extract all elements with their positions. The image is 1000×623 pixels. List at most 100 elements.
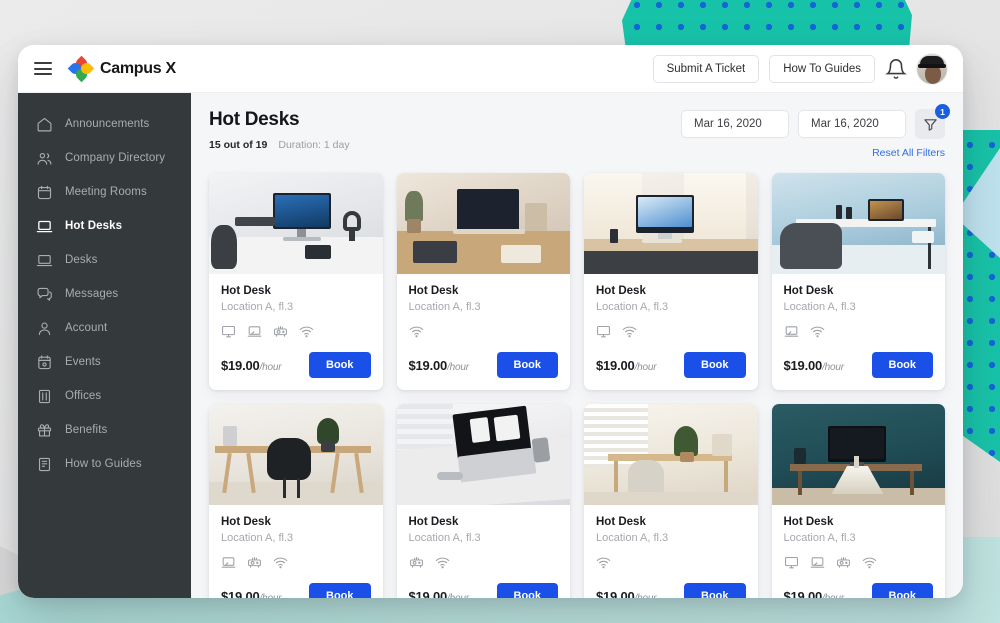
book-button[interactable]: Book — [309, 583, 371, 598]
card-title: Hot Desk — [221, 516, 271, 528]
hot-desk-card[interactable]: Hot Desk Location A, fl.3 $19.00/hour Bo… — [209, 173, 383, 390]
book-button[interactable]: Book — [871, 583, 933, 598]
card-photo — [209, 173, 383, 274]
sidebar-item-meeting-rooms[interactable]: Meeting Rooms — [18, 175, 191, 209]
monitor-icon — [597, 325, 610, 338]
brand-name: Campus X — [100, 59, 176, 77]
sidebar-item-announcements[interactable]: Announcements — [18, 107, 191, 141]
bell-icon[interactable] — [885, 58, 907, 80]
sidebar-item-how-to-guides[interactable]: How to Guides — [18, 447, 191, 481]
hot-desk-card[interactable]: Hot Desk Location A, fl.3 $19.00/hour Bo… — [584, 404, 758, 598]
photo-trestle-desk-with-black-chair — [209, 404, 383, 505]
result-count: 15 out of 19 — [209, 139, 268, 151]
card-body: Hot Desk Location A, fl.3 $19.00/hour Bo… — [584, 274, 758, 390]
hot-desk-card[interactable]: Hot Desk Location A, fl.3 $19.00/hour Bo… — [771, 404, 945, 598]
card-footer: $19.00/hour Book — [596, 583, 746, 598]
card-price: $19.00/hour — [409, 358, 470, 373]
hamburger-menu-icon[interactable] — [34, 62, 52, 75]
how-to-guides-button[interactable]: How To Guides — [769, 54, 875, 83]
date-to-input[interactable] — [798, 110, 906, 138]
card-price: $19.00/hour — [409, 589, 470, 599]
photo-desk-with-monitor-and-headphones — [209, 173, 383, 274]
hot-desk-card[interactable]: Hot Desk Location A, fl.3 $19.00/hour Bo… — [209, 404, 383, 598]
top-bar: Campus X Submit A Ticket How To Guides — [18, 45, 963, 93]
laptop-icon — [221, 557, 236, 568]
sidebar-item-benefits[interactable]: Benefits — [18, 413, 191, 447]
wifi-icon — [299, 326, 314, 338]
sidebar-item-label: Desks — [65, 254, 98, 266]
price-value: $19.00 — [596, 588, 635, 599]
sidebar-item-company-directory[interactable]: Company Directory — [18, 141, 191, 175]
page-subheader: 15 out of 19 Duration: 1 day — [209, 139, 350, 151]
filter-funnel-icon — [923, 118, 937, 131]
card-price: $19.00/hour — [596, 358, 657, 373]
book-button[interactable]: Book — [871, 352, 933, 378]
wifi-icon — [273, 557, 288, 569]
filter-button[interactable]: 1 — [915, 104, 950, 139]
date-from-input[interactable] — [681, 110, 789, 138]
projector-icon — [836, 556, 850, 568]
price-value: $19.00 — [221, 588, 260, 599]
card-footer: $19.00/hour Book — [783, 352, 933, 378]
monitor-icon — [222, 325, 235, 338]
sidebar-item-label: Hot Desks — [65, 220, 123, 232]
laptop-icon — [36, 220, 53, 232]
card-body: Hot Desk Location A, fl.3 $19.00/hour Bo… — [397, 505, 571, 598]
hot-desk-card[interactable]: Hot Desk Location A, fl.3 $19.00/hour Bo… — [584, 173, 758, 390]
card-title: Hot Desk — [783, 516, 834, 528]
card-location: Location A, fl.3 — [221, 301, 294, 313]
card-location: Location A, fl.3 — [596, 532, 669, 544]
sidebar-item-hot-desks[interactable]: Hot Desks — [18, 209, 191, 243]
sidebar-item-offices[interactable]: Offices — [18, 379, 191, 413]
sidebar: Announcements Company Directory Meeting … — [18, 93, 191, 598]
submit-ticket-button[interactable]: Submit A Ticket — [652, 54, 760, 83]
card-location: Location A, fl.3 — [408, 301, 481, 313]
card-footer: $19.00/hour Book — [596, 352, 746, 378]
sidebar-item-messages[interactable]: Messages — [18, 277, 191, 311]
wifi-icon — [810, 326, 824, 338]
card-footer: $19.00/hour Book — [409, 583, 558, 599]
book-button[interactable]: Book — [496, 583, 558, 598]
book-button[interactable]: Book — [684, 583, 746, 598]
card-title: Hot Desk — [221, 285, 271, 297]
event-icon — [38, 354, 51, 369]
main-content: Hot Desks 15 out of 19 Duration: 1 day M… — [191, 93, 963, 598]
page-header: Hot Desks 15 out of 19 Duration: 1 day M… — [209, 104, 950, 161]
filters-area: 1 Reset All Filters — [681, 104, 950, 161]
card-photo — [771, 173, 945, 274]
price-unit: /hour — [822, 361, 844, 373]
person-icon — [38, 322, 51, 335]
card-photo — [584, 404, 758, 505]
hot-desk-card[interactable]: Hot Desk Location A, fl.3 $19.00/hour Bo… — [396, 404, 571, 598]
page-title: Hot Desks — [209, 109, 300, 130]
price-value: $19.00 — [221, 357, 260, 373]
card-footer: $19.00/hour Book — [221, 352, 371, 378]
card-title: Hot Desk — [596, 285, 646, 297]
hot-desk-card-grid: Hot Desk Location A, fl.3 $19.00/hour Bo… — [209, 173, 945, 598]
card-price: $19.00/hour — [221, 588, 282, 599]
brand[interactable]: Campus X — [67, 55, 176, 82]
card-body: Hot Desk Location A, fl.3 $19.00/hour Bo… — [772, 274, 946, 390]
sidebar-item-desks[interactable]: Desks — [18, 243, 191, 277]
user-avatar[interactable] — [917, 53, 947, 84]
price-value: $19.00 — [783, 357, 823, 373]
amenity-list — [221, 555, 371, 570]
sidebar-item-events[interactable]: Events — [18, 345, 191, 379]
sidebar-item-label: How to Guides — [65, 458, 142, 470]
amenity-list — [596, 555, 746, 570]
book-button[interactable]: Book — [309, 352, 371, 378]
window-body: Announcements Company Directory Meeting … — [18, 93, 963, 598]
laptop-icon — [36, 254, 53, 266]
date-range-row: 1 — [681, 104, 950, 139]
hot-desk-card[interactable]: Hot Desk Location A, fl.3 $19.00/hour Bo… — [771, 173, 946, 390]
hot-desk-card[interactable]: Hot Desk Location A, fl.3 $19.00/hour Bo… — [396, 173, 570, 390]
sidebar-item-account[interactable]: Account — [18, 311, 191, 345]
card-photo — [209, 404, 383, 505]
reset-all-filters-link[interactable]: Reset All Filters — [872, 147, 945, 159]
amenity-list — [784, 324, 934, 339]
card-title: Hot Desk — [408, 285, 459, 297]
laptop-icon — [247, 326, 262, 337]
book-button[interactable]: Book — [496, 352, 558, 378]
book-button[interactable]: Book — [684, 352, 746, 378]
wifi-icon — [435, 557, 449, 569]
